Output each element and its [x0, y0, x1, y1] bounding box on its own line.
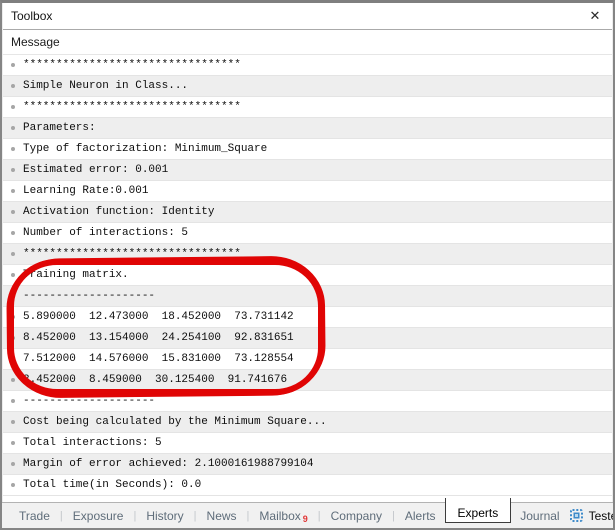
bullet-icon [11, 315, 15, 319]
log-message-text: 8.452000 13.154000 24.254100 92.831651 [23, 332, 294, 344]
log-message-text: Learning Rate:0.001 [23, 185, 149, 197]
log-message-text: 5.890000 12.473000 18.452000 73.731142 [23, 311, 294, 323]
bullet-icon [11, 294, 15, 298]
tester-label: Tester [588, 508, 613, 523]
bullet-icon [11, 483, 15, 487]
log-row[interactable]: Type of factorization: Minimum_Square [2, 139, 613, 160]
log-message-text: ********************************* [23, 59, 241, 71]
log-message-text: Simple Neuron in Class... [23, 80, 189, 92]
tester-chip-icon [569, 509, 583, 522]
bullet-icon [11, 147, 15, 151]
log-row[interactable]: Margin of error achieved: 2.100016198879… [2, 454, 613, 475]
tester-button[interactable]: Tester [569, 508, 613, 523]
tab-trade[interactable]: Trade [10, 503, 59, 528]
log-message-text: ********************************* [23, 101, 241, 113]
log-row[interactable]: Total time(in Seconds): 0.0 [2, 475, 613, 496]
bullet-icon [11, 105, 15, 109]
log-row[interactable]: Parameters: [2, 118, 613, 139]
log-message-list: ********************************* Simple… [2, 55, 613, 496]
log-row[interactable]: ********************************* [2, 55, 613, 76]
tab-label: Alerts [404, 508, 436, 523]
bullet-icon [11, 189, 15, 193]
log-message-text: Margin of error achieved: 2.100016198879… [23, 458, 314, 470]
log-message-text: Estimated error: 0.001 [23, 164, 169, 176]
log-row[interactable]: -------------------- [2, 391, 613, 412]
tab-label: Journal [520, 508, 560, 523]
tab-label: Mailbox [259, 508, 301, 523]
bullet-icon [11, 441, 15, 445]
bullet-icon [11, 210, 15, 214]
bullet-icon [11, 357, 15, 361]
log-row[interactable]: Estimated error: 0.001 [2, 160, 613, 181]
bullet-icon [11, 273, 15, 277]
close-icon: ✕ [589, 8, 601, 23]
log-message-text: Cost being calculated by the Minimum Squ… [23, 416, 327, 428]
log-message-text: Type of factorization: Minimum_Square [23, 143, 268, 155]
bullet-icon [11, 462, 15, 466]
tab-label: Experts [457, 505, 499, 520]
tab-news[interactable]: News [198, 503, 246, 528]
tab-badge: 9 [302, 513, 308, 524]
log-row[interactable]: 8.452000 13.154000 24.254100 92.831651 [2, 328, 613, 349]
log-message-text: Training matrix. [23, 269, 129, 281]
bullet-icon [11, 399, 15, 403]
log-row[interactable]: Activation function: Identity [2, 202, 613, 223]
log-message-text: 3.452000 8.459000 30.125400 91.741676 [23, 374, 288, 386]
log-row[interactable]: ********************************* [2, 97, 613, 118]
log-message-text: Parameters: [23, 122, 96, 134]
log-row[interactable]: 3.452000 8.459000 30.125400 91.741676 [2, 370, 613, 391]
log-row[interactable]: Cost being calculated by the Minimum Squ… [2, 412, 613, 433]
log-row[interactable]: Number of interactions: 5 [2, 223, 613, 244]
log-row[interactable]: 7.512000 14.576000 15.831000 73.128554 [2, 349, 613, 370]
tab-mailbox[interactable]: Mailbox 9 [250, 503, 316, 528]
bullet-icon [11, 63, 15, 67]
bullet-icon [11, 231, 15, 235]
tab-exposure[interactable]: Exposure [64, 503, 133, 528]
tab-label: Company [330, 508, 382, 523]
tab-label: Trade [19, 508, 50, 523]
message-column-label: Message [11, 35, 60, 49]
bottom-tab-bar: Trade | Exposure | History | News | Mail… [2, 498, 613, 528]
toolbox-window: Toolbox ✕ Message **********************… [0, 0, 615, 530]
bullet-icon [11, 126, 15, 130]
bullet-icon [11, 252, 15, 256]
message-column-header: Message [2, 30, 613, 55]
log-message-text: Number of interactions: 5 [23, 227, 189, 239]
log-message-text: Total interactions: 5 [23, 437, 162, 449]
tab-experts[interactable]: Experts [444, 498, 512, 523]
tab-company[interactable]: Company [322, 503, 391, 528]
tab-alerts[interactable]: Alerts [396, 503, 445, 528]
log-message-text: -------------------- [23, 395, 156, 407]
tab-label: Exposure [72, 508, 124, 523]
log-row[interactable]: ********************************* [2, 244, 613, 265]
tab-history[interactable]: History [137, 503, 192, 528]
bullet-icon [11, 336, 15, 340]
tab-label: History [146, 508, 184, 523]
log-row[interactable]: Training matrix. [2, 265, 613, 286]
tab-journal[interactable]: Journal [511, 503, 568, 528]
bullet-icon [11, 420, 15, 424]
bullet-icon [11, 168, 15, 172]
bullet-icon [11, 378, 15, 382]
tab-label: News [206, 508, 237, 523]
close-button[interactable]: ✕ [583, 4, 607, 28]
titlebar: Toolbox ✕ [2, 3, 613, 30]
log-row[interactable]: -------------------- [2, 286, 613, 307]
log-message-text: ********************************* [23, 248, 241, 260]
log-message-text: Activation function: Identity [23, 206, 215, 218]
log-row[interactable]: Simple Neuron in Class... [2, 76, 613, 97]
window-title: Toolbox [11, 9, 53, 23]
log-message-text: 7.512000 14.576000 15.831000 73.128554 [23, 353, 294, 365]
log-row[interactable]: Learning Rate:0.001 [2, 181, 613, 202]
log-row[interactable]: 5.890000 12.473000 18.452000 73.731142 [2, 307, 613, 328]
bullet-icon [11, 84, 15, 88]
log-row[interactable]: Total interactions: 5 [2, 433, 613, 454]
log-message-text: -------------------- [23, 290, 156, 302]
log-message-text: Total time(in Seconds): 0.0 [23, 479, 202, 491]
